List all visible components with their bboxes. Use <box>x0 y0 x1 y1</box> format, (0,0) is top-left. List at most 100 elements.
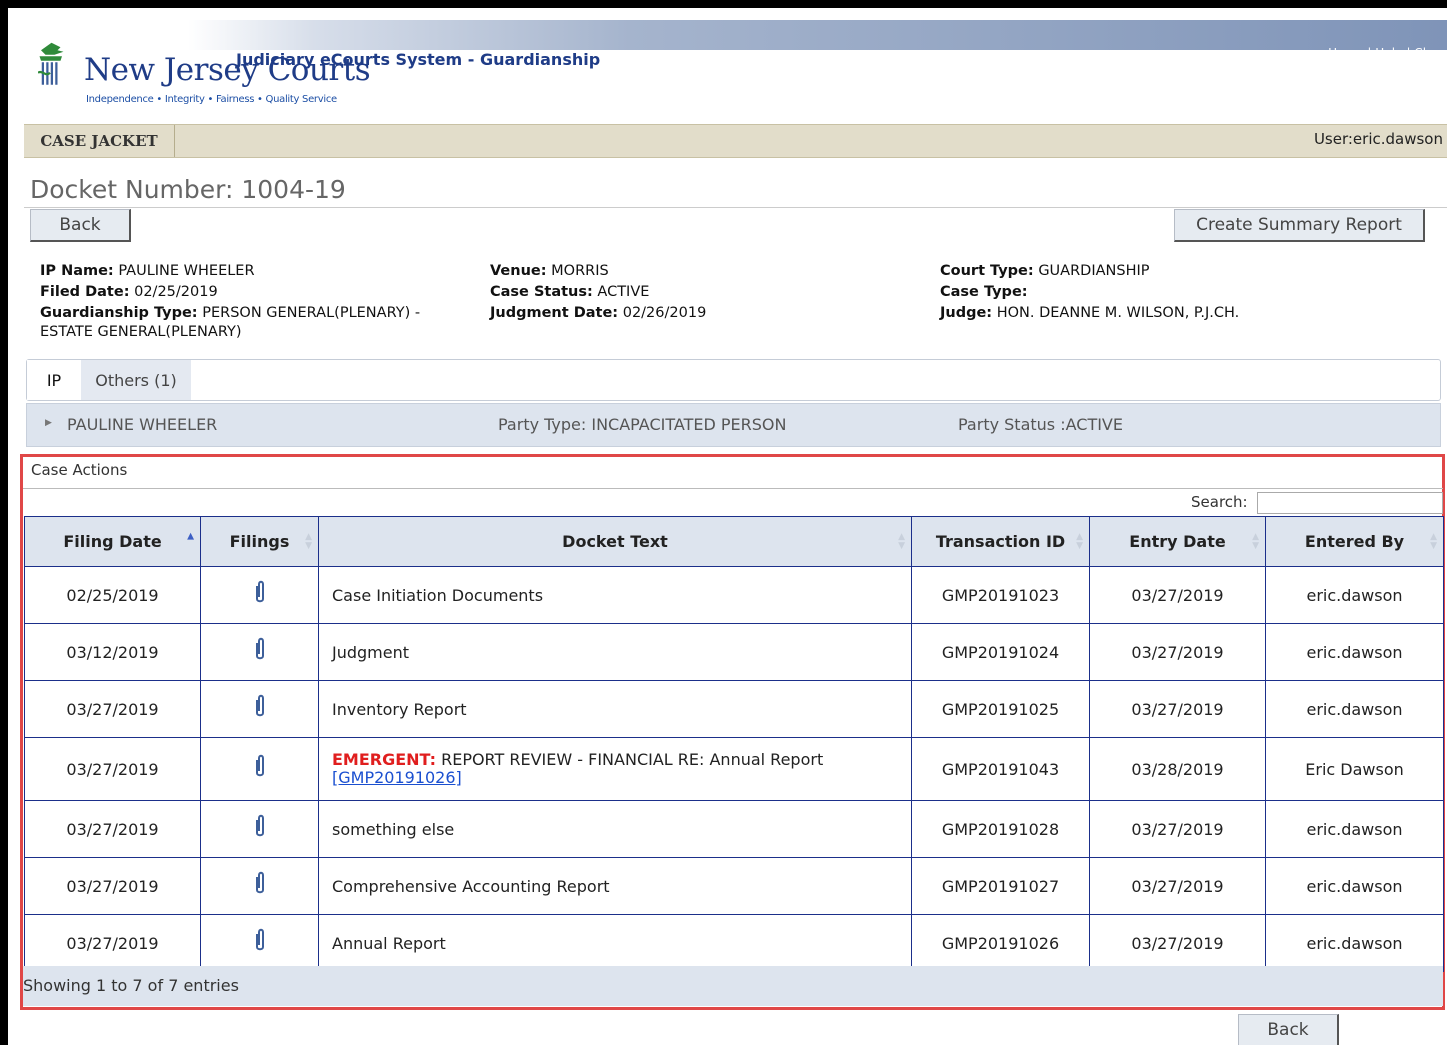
paperclip-icon[interactable] <box>253 637 267 667</box>
case-jacket-bar: CASE JACKET User:eric.dawson <box>24 124 1447 158</box>
filing-date: 03/27/2019 <box>24 680 201 738</box>
col-filings[interactable]: Filings ▲ ▼ <box>200 516 319 567</box>
ip-name-label: IP Name: <box>40 263 114 279</box>
ip-name-value: PAULINE WHEELER <box>118 263 255 279</box>
divider <box>24 207 1447 208</box>
entered-by: eric.dawson <box>1265 914 1444 972</box>
table-row: 03/27/2019 Annual Report GMP20191026 03/… <box>24 914 1444 972</box>
paperclip-icon[interactable] <box>253 580 267 610</box>
filing-date: 03/27/2019 <box>24 800 201 858</box>
col-label: Transaction ID <box>935 532 1066 551</box>
filings-cell <box>200 680 319 738</box>
paperclip-icon[interactable] <box>253 871 267 901</box>
venue-value: MORRIS <box>551 263 609 279</box>
col-label: Entered By <box>1304 532 1405 551</box>
transaction-id: GMP20191024 <box>911 623 1090 681</box>
case-actions-title: Case Actions <box>31 461 128 479</box>
header-links[interactable]: Home | Help | Close <box>1328 46 1447 60</box>
filed-date-label: Filed Date: <box>40 284 130 300</box>
docket-text: something else <box>318 800 912 858</box>
transaction-id: GMP20191028 <box>911 800 1090 858</box>
case-type-label: Case Type: <box>940 284 1028 300</box>
transaction-link[interactable]: [GMP20191026] <box>332 768 462 787</box>
col-docket-text[interactable]: Docket Text ▲ ▼ <box>318 516 912 567</box>
table-row: 03/27/2019 something else GMP20191028 03… <box>24 800 1444 858</box>
table-row: 03/27/2019 EMERGENT: REPORT REVIEW - FIN… <box>24 737 1444 801</box>
back-button-bottom[interactable]: Back <box>1238 1014 1339 1045</box>
header-band <box>188 20 1447 50</box>
paperclip-icon[interactable] <box>253 754 267 784</box>
docket-label: Docket Number: <box>30 175 234 204</box>
filings-cell <box>200 737 319 801</box>
filing-date: 02/25/2019 <box>24 566 201 624</box>
table-row: 02/25/2019 Case Initiation Documents GMP… <box>24 566 1444 624</box>
entries-info: Showing 1 to 7 of 7 entries <box>23 976 239 995</box>
col-label: Entry Date <box>1129 532 1226 551</box>
tab-case-jacket[interactable]: CASE JACKET <box>24 125 175 157</box>
sort-icon: ▲ ▼ <box>1252 531 1259 551</box>
filings-cell <box>200 857 319 915</box>
case-actions-table: Filing Date ▲ Filings ▲ ▼ Docket Text ▲ ▼ Tra… <box>24 516 1444 972</box>
col-entered-by[interactable]: Entered By ▲ ▼ <box>1265 516 1444 567</box>
sort-icon: ▲ ▼ <box>1430 531 1437 551</box>
paperclip-icon[interactable] <box>253 928 267 958</box>
entered-by: eric.dawson <box>1265 566 1444 624</box>
filings-cell <box>200 623 319 681</box>
docket-text: Judgment <box>318 623 912 681</box>
sort-icon: ▲ ▼ <box>1076 531 1083 551</box>
entered-by: eric.dawson <box>1265 857 1444 915</box>
page: New Jersey Courts Independence • Integri… <box>8 8 1447 1045</box>
judge-value: HON. DEANNE M. WILSON, P.J.CH. <box>996 305 1240 321</box>
docket-number: 1004-19 <box>241 175 346 204</box>
court-type-label: Court Type: <box>940 263 1034 279</box>
party-type: Party Type: INCAPACITATED PERSON <box>498 415 787 434</box>
search-input[interactable] <box>1257 492 1443 514</box>
create-summary-report-button[interactable]: Create Summary Report <box>1174 209 1425 242</box>
party-row[interactable]: ▶ PAULINE WHEELER Party Type: INCAPACITA… <box>26 403 1441 447</box>
tab-ip[interactable]: IP <box>27 360 81 400</box>
filing-date: 03/27/2019 <box>24 857 201 915</box>
filing-date: 03/12/2019 <box>24 623 201 681</box>
case-info-col3: Court Type: GUARDIANSHIP Case Type: Judg… <box>940 261 1239 324</box>
docket-text-value: REPORT REVIEW - FINANCIAL RE: Annual Rep… <box>436 750 824 769</box>
col-filing-date[interactable]: Filing Date ▲ <box>24 516 201 567</box>
filings-cell <box>200 914 319 972</box>
case-status-label: Case Status: <box>490 284 593 300</box>
transaction-id: GMP20191025 <box>911 680 1090 738</box>
docket-text: EMERGENT: REPORT REVIEW - FINANCIAL RE: … <box>318 737 912 801</box>
filing-date: 03/27/2019 <box>24 914 201 972</box>
guardianship-type-value: PERSON GENERAL(PLENARY) - <box>202 305 421 321</box>
paperclip-icon[interactable] <box>253 694 267 724</box>
transaction-id: GMP20191027 <box>911 857 1090 915</box>
entered-by: eric.dawson <box>1265 680 1444 738</box>
search-label: Search: <box>1191 493 1248 511</box>
party-name: PAULINE WHEELER <box>67 415 218 434</box>
judge-label: Judge: <box>940 305 993 321</box>
filings-cell <box>200 800 319 858</box>
transaction-id: GMP20191043 <box>911 737 1090 801</box>
guardianship-type-cont: ESTATE GENERAL(PLENARY) <box>40 324 242 340</box>
entered-by: Eric Dawson <box>1265 737 1444 801</box>
entered-by: eric.dawson <box>1265 800 1444 858</box>
docket-text: Annual Report <box>318 914 912 972</box>
back-button[interactable]: Back <box>30 209 131 242</box>
entered-by: eric.dawson <box>1265 623 1444 681</box>
transaction-id: GMP20191026 <box>911 914 1090 972</box>
caret-right-icon[interactable]: ▶ <box>45 418 52 428</box>
court-type-value: GUARDIANSHIP <box>1038 263 1150 279</box>
tab-others[interactable]: Others (1) <box>81 360 191 400</box>
filing-date: 03/27/2019 <box>24 737 201 801</box>
header: New Jersey Courts Independence • Integri… <box>8 8 1447 123</box>
filed-date-value: 02/25/2019 <box>134 284 218 300</box>
guardianship-type-label: Guardianship Type: <box>40 305 198 321</box>
entry-date: 03/27/2019 <box>1089 857 1266 915</box>
col-entry-date[interactable]: Entry Date ▲ ▼ <box>1089 516 1266 567</box>
entry-date: 03/27/2019 <box>1089 800 1266 858</box>
paperclip-icon[interactable] <box>253 814 267 844</box>
table-header-row: Filing Date ▲ Filings ▲ ▼ Docket Text ▲ ▼ Tra… <box>24 516 1444 567</box>
sort-icon: ▲ ▼ <box>898 531 905 551</box>
case-info-col2: Venue: MORRIS Case Status: ACTIVE Judgme… <box>490 261 706 324</box>
docket-text: Case Initiation Documents <box>318 566 912 624</box>
col-transaction-id[interactable]: Transaction ID ▲ ▼ <box>911 516 1090 567</box>
docket-text: Comprehensive Accounting Report <box>318 857 912 915</box>
